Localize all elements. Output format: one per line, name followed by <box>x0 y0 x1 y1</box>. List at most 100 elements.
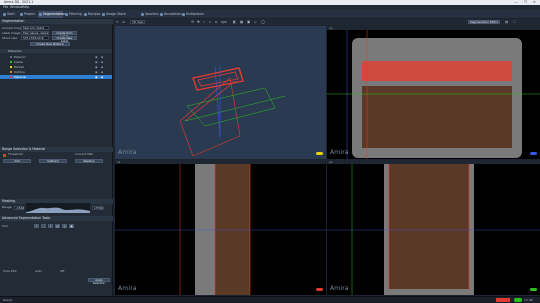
lock-icon[interactable]: ▪ <box>101 55 103 59</box>
magic-wand-icon[interactable]: ✦ <box>48 224 53 228</box>
add-button[interactable]: Add <box>3 159 31 163</box>
material-row-exterior[interactable]: Exterior ◉ ▪ <box>0 55 112 59</box>
amira-watermark: Amira <box>330 285 349 292</box>
lasso-tool-icon[interactable]: ◌ <box>41 224 46 228</box>
segmentation-icon <box>39 13 42 16</box>
threshold-tool-icon[interactable]: ▤ <box>55 224 60 228</box>
core-region <box>215 164 250 295</box>
viewport-indicator <box>316 288 323 291</box>
recipe-icon <box>84 13 87 16</box>
current-image-select[interactable]: fiber.am::data1 <box>21 26 49 30</box>
pointer-icon[interactable]: ↖ <box>116 20 119 24</box>
tab-image-stack-registration[interactable]: Image Stack Registration <box>101 11 139 23</box>
create-material-button[interactable]: Create New Material <box>30 42 70 46</box>
segmentation-panel: Segmentation Current image fiber.am::dat… <box>0 19 113 296</box>
layout-icon[interactable]: ▦ <box>240 20 243 24</box>
color-swatch <box>10 76 12 78</box>
eye-icon[interactable]: ◉ <box>95 55 98 59</box>
home-view-icon[interactable]: ⌂ <box>215 20 217 24</box>
eye-icon[interactable]: ◉ <box>95 75 98 79</box>
lock-icon[interactable]: ▪ <box>101 65 103 69</box>
3d-scene <box>115 26 326 159</box>
window-layout-icon[interactable]: ▤ <box>505 20 508 24</box>
viewport-xy[interactable]: xy Amira <box>327 26 540 159</box>
core-region <box>362 86 512 148</box>
material-row-outline[interactable]: Outline ◉ ▪ <box>0 70 112 74</box>
create-new-label-button[interactable]: Create New Label <box>52 36 77 43</box>
pan-icon[interactable]: ✥ <box>197 20 200 24</box>
tool-label: Tool <box>2 224 8 228</box>
label-band <box>362 61 512 81</box>
eye-icon[interactable]: ◉ <box>95 60 98 64</box>
label-image-select[interactable]: fiber.labels::data1 <box>21 31 49 35</box>
material-row-selected[interactable]: Material ◉ ▪ <box>0 75 112 79</box>
viewport-indicator <box>530 288 537 291</box>
axis-icon[interactable]: xyz <box>221 20 227 24</box>
viewport-xz[interactable]: xz Amira <box>115 160 326 295</box>
fullscreen-icon[interactable]: ⛶ <box>513 20 515 24</box>
range-label: Range <box>2 205 12 209</box>
tab-project[interactable]: Project <box>19 11 37 18</box>
create-from-labels-button[interactable]: Create from Labels <box>52 31 77 38</box>
tab-annotation[interactable]: Annotation <box>159 11 181 18</box>
stack-value: 507×393×616 <box>21 36 49 40</box>
stack-icon <box>102 13 105 16</box>
tab-recipes[interactable]: Recipes <box>83 11 100 18</box>
blow-tool-icon[interactable]: ◎ <box>62 224 67 228</box>
lock-icon[interactable]: ▪ <box>101 70 103 74</box>
amira-watermark: Amira <box>118 149 137 156</box>
tab-segmentation[interactable]: Segmentation <box>38 11 65 18</box>
viewer-toolbar: ↖ ▭ 3D View ⟲ ✥ ⌕ ⌗ ⌂ xyz ◧ ▦ ▣ ◇ ◯ Segm… <box>113 19 540 25</box>
tools-header: Advanced Segmentation Tools <box>0 216 113 221</box>
replace-button[interactable]: Replace <box>75 159 103 163</box>
xz-slice <box>115 164 326 295</box>
color-swatch <box>10 56 12 58</box>
eye-icon[interactable]: ◉ <box>95 65 98 69</box>
tab-multiplanar[interactable]: Multiplanar <box>181 11 204 18</box>
workroom-tabs: Start Project Segmentation Filtering Rec… <box>0 10 540 23</box>
subtract-button[interactable]: Subtract <box>39 159 67 163</box>
measure-icon[interactable]: ⌗ <box>209 20 211 24</box>
propagate-tool-icon[interactable]: ▣ <box>69 224 74 228</box>
tab-xporters[interactable]: Xporters <box>140 11 159 18</box>
stack-label: Stack size <box>2 36 18 40</box>
eye-icon[interactable]: ◉ <box>95 70 98 74</box>
multiplanar-icon <box>182 13 185 16</box>
apply-selection-button[interactable]: Apply Selection <box>88 278 110 285</box>
camera-icon[interactable]: ◧ <box>233 20 236 24</box>
viewport-yz[interactable]: yz Amira <box>327 160 540 295</box>
core-region <box>389 164 469 289</box>
current-material-label: Current Mat <box>75 152 93 156</box>
tab-start[interactable]: Start <box>2 11 18 18</box>
color-swatch <box>3 154 6 157</box>
color-swatch <box>10 61 12 63</box>
view-icon[interactable]: ▭ <box>122 20 125 24</box>
brush-tool-icon[interactable]: ✎ <box>34 224 39 228</box>
tab-filtering[interactable]: Filtering <box>64 11 82 18</box>
annotation-icon <box>160 13 163 16</box>
lock-icon[interactable]: ▪ <box>101 60 103 64</box>
range-max-field[interactable]: 13766 <box>92 206 104 210</box>
project-icon <box>20 13 23 16</box>
view-select[interactable]: 3D View <box>130 20 145 24</box>
range-min-field[interactable]: -6340 <box>14 206 24 210</box>
clock: 13:48 <box>524 298 533 302</box>
histogram[interactable] <box>26 203 90 213</box>
materials-header: Materials <box>0 49 112 53</box>
lock-icon[interactable]: ▪ <box>101 75 103 79</box>
amira-watermark: Amira <box>330 149 349 156</box>
home-icon <box>3 13 6 16</box>
viewport-3d[interactable]: Amira <box>115 26 326 159</box>
amira-watermark: Amira <box>118 285 137 292</box>
snapshot-icon[interactable]: ▣ <box>247 20 250 24</box>
off-label: Off <box>60 269 65 273</box>
rotate-icon[interactable]: ⟲ <box>191 20 194 24</box>
light-icon[interactable]: ◯ <box>261 20 265 24</box>
material-row-pocket[interactable]: Pocket ◉ ▪ <box>0 65 112 69</box>
status-bar: Ready 13:48 <box>0 296 540 303</box>
perspective-icon[interactable]: ◇ <box>254 20 257 24</box>
zoom-icon[interactable]: ⌕ <box>203 20 205 24</box>
material-row-inside[interactable]: Inside ◉ ▪ <box>0 60 112 64</box>
segmentation-editor-button[interactable]: Segmentation Editor <box>468 20 500 24</box>
xy-slice <box>327 30 540 159</box>
